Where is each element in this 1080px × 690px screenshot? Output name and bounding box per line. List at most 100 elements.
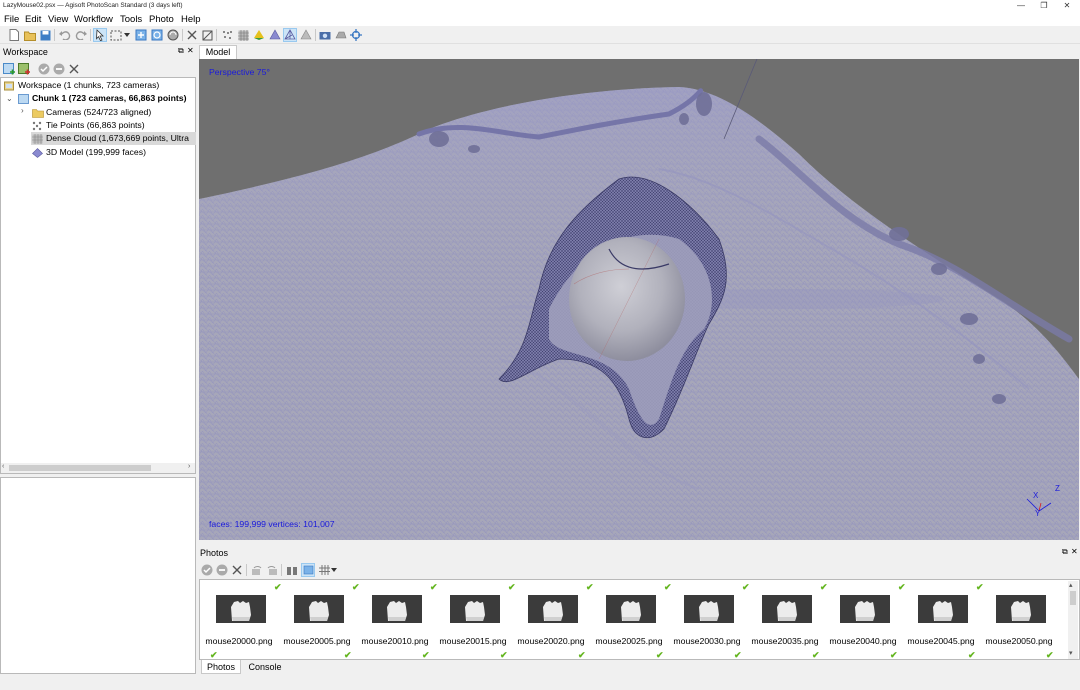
undo-icon[interactable] xyxy=(58,28,72,42)
menu-photo[interactable]: Photo xyxy=(149,14,174,25)
tree-item-cameras[interactable]: Cameras (524/723 aligned) xyxy=(32,106,151,119)
menu-view[interactable]: View xyxy=(48,14,68,25)
aligned-check-icon: ✔ xyxy=(968,650,976,660)
add-photos-icon[interactable] xyxy=(17,62,31,76)
model-viewport[interactable]: Perspective 75° faces: 199,999 vertices:… xyxy=(199,59,1079,540)
close-panel-icon[interactable]: ✕ xyxy=(187,46,194,55)
photo-thumbnail[interactable]: ✔ mouse20020.png ✔ xyxy=(508,580,590,660)
axis-y-label: Y xyxy=(1035,509,1041,518)
disable-icon[interactable] xyxy=(215,563,229,577)
new-icon[interactable] xyxy=(7,28,21,42)
workspace-icon xyxy=(4,81,15,91)
aligned-check-icon: ✔ xyxy=(1046,650,1054,660)
navigation-icon[interactable] xyxy=(93,28,107,42)
chevron-down-icon[interactable]: ⌄ xyxy=(6,94,13,103)
menu-help[interactable]: Help xyxy=(181,14,201,25)
folder-icon xyxy=(32,108,44,118)
grid-view-icon[interactable] xyxy=(317,563,331,577)
rotate-object-icon[interactable] xyxy=(166,28,180,42)
show-region-icon[interactable] xyxy=(334,28,348,42)
remove-icon[interactable] xyxy=(67,62,81,76)
wireframe-model-icon[interactable] xyxy=(283,28,297,42)
menu-tools[interactable]: Tools xyxy=(120,14,142,25)
rotate-left-icon[interactable] xyxy=(250,563,264,577)
photo-thumbnail[interactable]: ✔ mouse20035.png ✔ xyxy=(742,580,824,660)
scrollbar-thumb[interactable] xyxy=(9,465,151,471)
float-panel-icon[interactable]: ⧉ xyxy=(1062,547,1068,557)
save-icon[interactable] xyxy=(38,28,52,42)
photo-thumbnail[interactable]: ✔ mouse20030.png ✔ xyxy=(664,580,746,659)
photo-thumbnail[interactable]: ✔ mouse20005.png ✔ xyxy=(274,580,356,659)
menu-edit[interactable]: Edit xyxy=(25,14,41,25)
float-panel-icon[interactable]: ⧉ xyxy=(178,46,184,56)
workspace-horizontal-scrollbar[interactable]: ‹ › xyxy=(1,463,195,473)
photo-image xyxy=(294,595,344,623)
photo-thumbnail[interactable]: ✔ mouse20045.png ✔ xyxy=(898,580,980,660)
aligned-check-icon: ✔ xyxy=(274,582,282,592)
show-cameras-icon[interactable] xyxy=(318,28,332,42)
close-button[interactable]: ✕ xyxy=(1056,0,1078,12)
large-thumbnails-icon[interactable] xyxy=(301,563,315,577)
point-cloud-icon[interactable] xyxy=(220,28,234,42)
aligned-check-icon: ✔ xyxy=(586,582,594,592)
enable-icon[interactable] xyxy=(37,62,51,76)
chevron-down-icon[interactable] xyxy=(330,563,338,577)
aligned-check-icon: ✔ xyxy=(898,582,906,592)
solid-model-icon[interactable] xyxy=(268,28,282,42)
photo-thumbnail[interactable]: ✔mouse20000.png✔ xyxy=(200,580,278,660)
workspace-tree: Workspace (1 chunks, 723 cameras) ⌄ Chun… xyxy=(0,77,196,474)
photo-thumbnail[interactable]: ✔ mouse20015.png ✔ xyxy=(430,580,512,659)
aligned-check-icon: ✔ xyxy=(656,650,664,660)
tab-console[interactable]: Console xyxy=(243,660,287,674)
photo-thumbnail[interactable]: ✔ mouse20040.png ✔ xyxy=(820,580,902,659)
textured-model-icon[interactable] xyxy=(299,28,313,42)
rectangle-selection-icon[interactable] xyxy=(109,28,123,42)
photos-vertical-scrollbar[interactable]: ▴ ▾ xyxy=(1068,581,1078,659)
shaded-model-icon[interactable] xyxy=(252,28,266,42)
disable-icon[interactable] xyxy=(52,62,66,76)
scroll-left-icon[interactable]: ‹ xyxy=(2,463,4,470)
tab-photos[interactable]: Photos xyxy=(201,660,241,674)
menu-workflow[interactable]: Workflow xyxy=(74,14,113,25)
photo-thumbnail[interactable]: ✔ mouse20010.png ✔ xyxy=(352,580,434,660)
aligned-check-icon: ✔ xyxy=(578,650,586,660)
resize-region-icon[interactable] xyxy=(134,28,148,42)
redo-icon[interactable] xyxy=(74,28,88,42)
scroll-up-icon[interactable]: ▴ xyxy=(1069,581,1073,589)
menu-file[interactable]: File xyxy=(4,14,19,25)
open-icon[interactable] xyxy=(23,28,37,42)
dense-cloud-icon[interactable] xyxy=(236,28,250,42)
photo-image xyxy=(216,595,266,623)
tree-item-3d-model[interactable]: 3D Model (199,999 faces) xyxy=(32,146,146,159)
workspace-panel-title: Workspace xyxy=(3,47,48,57)
aligned-check-icon: ✔ xyxy=(812,650,820,660)
rotate-region-icon[interactable] xyxy=(150,28,164,42)
tree-chunk[interactable]: Chunk 1 (723 cameras, 66,863 points) xyxy=(18,92,187,105)
chevron-down-icon[interactable] xyxy=(123,28,131,42)
close-panel-icon[interactable]: ✕ xyxy=(1071,547,1078,556)
scrollbar-thumb[interactable] xyxy=(1070,591,1076,605)
maximize-button[interactable]: ❐ xyxy=(1033,0,1055,12)
tab-model[interactable]: Model xyxy=(199,45,237,59)
minimize-button[interactable]: — xyxy=(1010,0,1032,12)
tree-root[interactable]: Workspace (1 chunks, 723 cameras) xyxy=(4,79,159,92)
tree-item-tie-points[interactable]: Tie Points (66,863 points) xyxy=(32,119,145,132)
photo-thumbnail[interactable]: ✔ mouse20025.png ✔ xyxy=(586,580,668,660)
add-chunk-icon[interactable] xyxy=(2,62,16,76)
enable-icon[interactable] xyxy=(200,563,214,577)
aligned-check-icon: ✔ xyxy=(422,650,430,660)
reset-view-icon[interactable] xyxy=(349,28,363,42)
photo-thumbnail[interactable]: ✔ mouse20050.png ✔ xyxy=(976,580,1058,660)
delete-selection-icon[interactable] xyxy=(185,28,199,42)
remove-icon[interactable] xyxy=(230,563,244,577)
aligned-check-icon: ✔ xyxy=(210,650,218,660)
rotate-right-icon[interactable] xyxy=(265,563,279,577)
chevron-right-icon[interactable]: › xyxy=(21,106,24,115)
scroll-down-icon[interactable]: ▾ xyxy=(1069,649,1073,657)
crop-selection-icon[interactable] xyxy=(200,28,214,42)
scroll-right-icon[interactable]: › xyxy=(188,463,190,470)
filter-icon[interactable] xyxy=(285,563,299,577)
axis-x-label: X xyxy=(1033,491,1039,500)
tree-item-dense-cloud[interactable]: Dense Cloud (1,673,669 points, Ultra xyxy=(31,132,196,145)
tie-points-icon xyxy=(32,121,43,131)
